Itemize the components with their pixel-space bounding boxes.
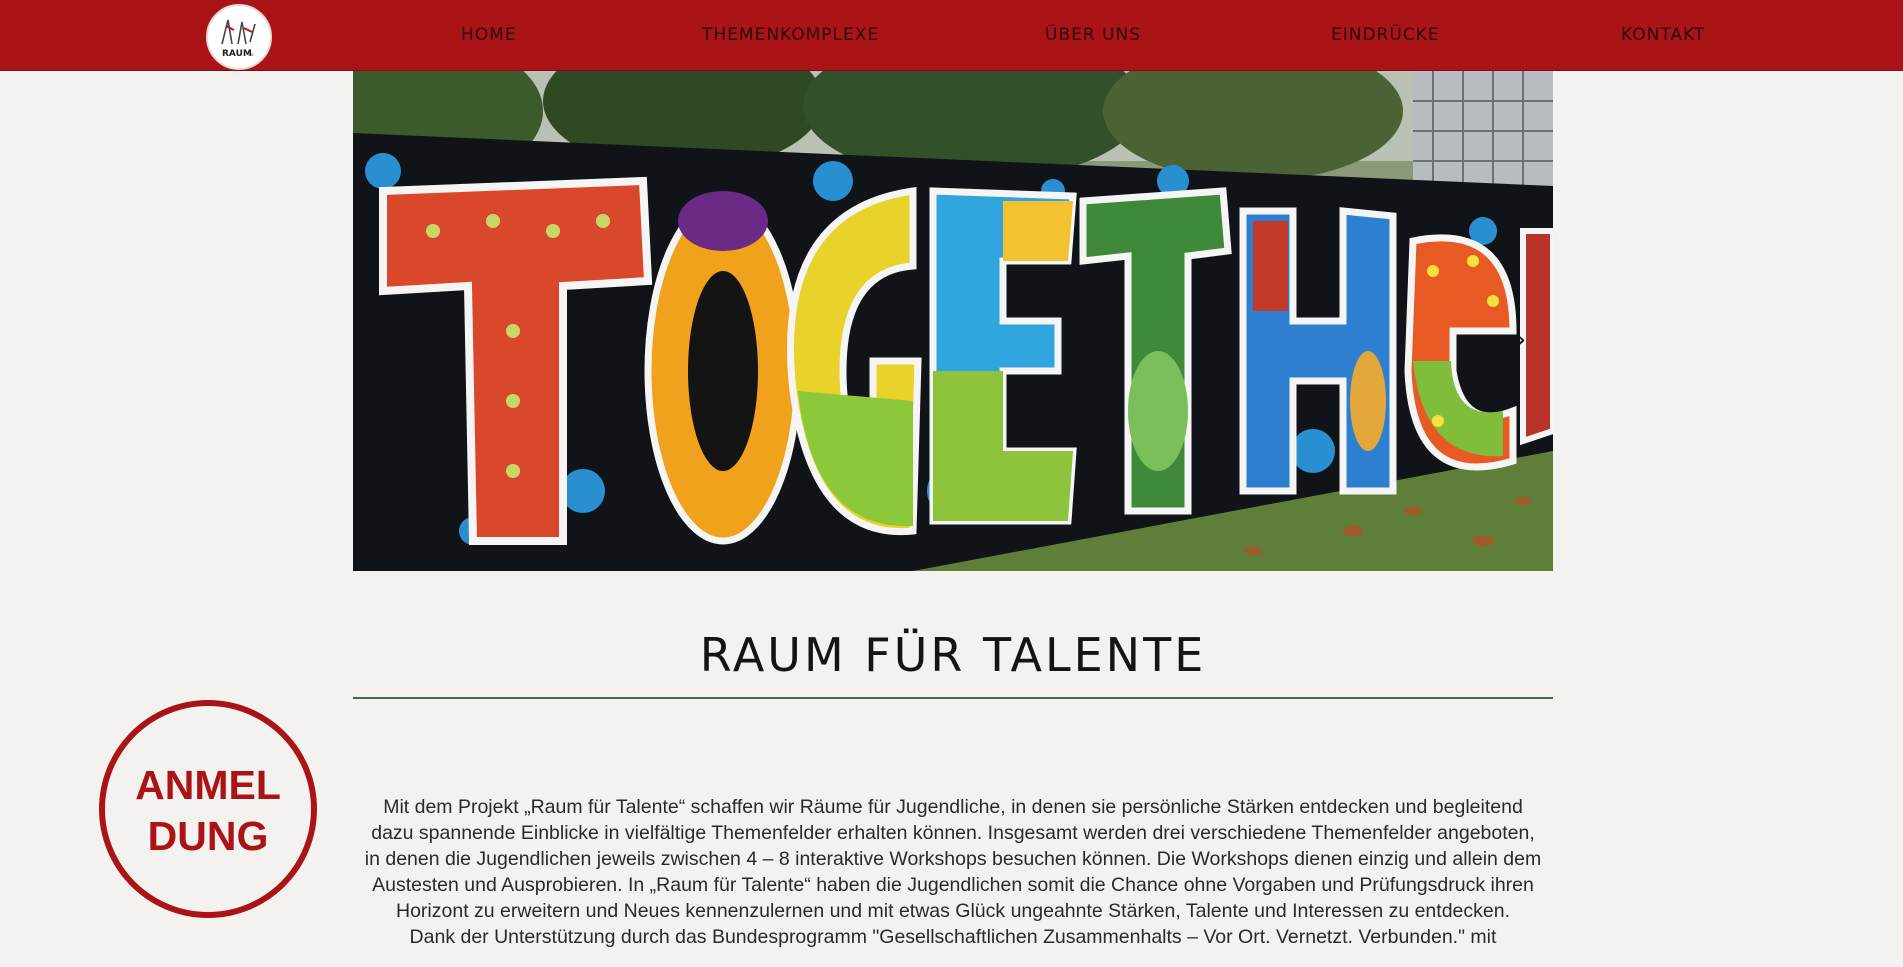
nav-home[interactable]: Home	[461, 22, 517, 48]
title-divider	[353, 697, 1553, 699]
slider-next-chevron-right-icon[interactable]: ›	[1506, 322, 1536, 358]
registration-button[interactable]: ANMEL DUNG	[99, 700, 317, 918]
svg-text:für: für	[248, 52, 254, 57]
image-slider[interactable]	[353, 71, 1553, 571]
page-title: Raum für Talente	[699, 628, 1207, 682]
slider-prev-chevron-left-icon[interactable]: ‹	[366, 322, 396, 358]
top-navigation-bar: RAUM für Home Themenkomplexe Über uns Ei…	[0, 0, 1903, 71]
intro-paragraph: Mit dem Projekt „Raum für Talente“ schaf…	[364, 796, 1542, 922]
nav-ueber-uns[interactable]: Über uns	[1045, 22, 1141, 48]
slider-image	[353, 71, 1553, 571]
nav-themenkomplexe[interactable]: Themenkomplexe	[702, 22, 879, 48]
intro-text: Mit dem Projekt „Raum für Talente“ schaf…	[363, 794, 1543, 950]
logo-image: RAUM für	[210, 8, 268, 66]
nav-kontakt[interactable]: Kontakt	[1621, 22, 1705, 48]
nav-eindruecke[interactable]: Eindrücke	[1331, 22, 1440, 48]
intro-paragraph: Dank der Unterstützung durch das Bundesp…	[409, 926, 1497, 948]
registration-label-line1: ANMEL	[135, 762, 281, 808]
registration-label-line2: DUNG	[147, 813, 269, 859]
site-logo[interactable]: RAUM für	[206, 4, 272, 70]
